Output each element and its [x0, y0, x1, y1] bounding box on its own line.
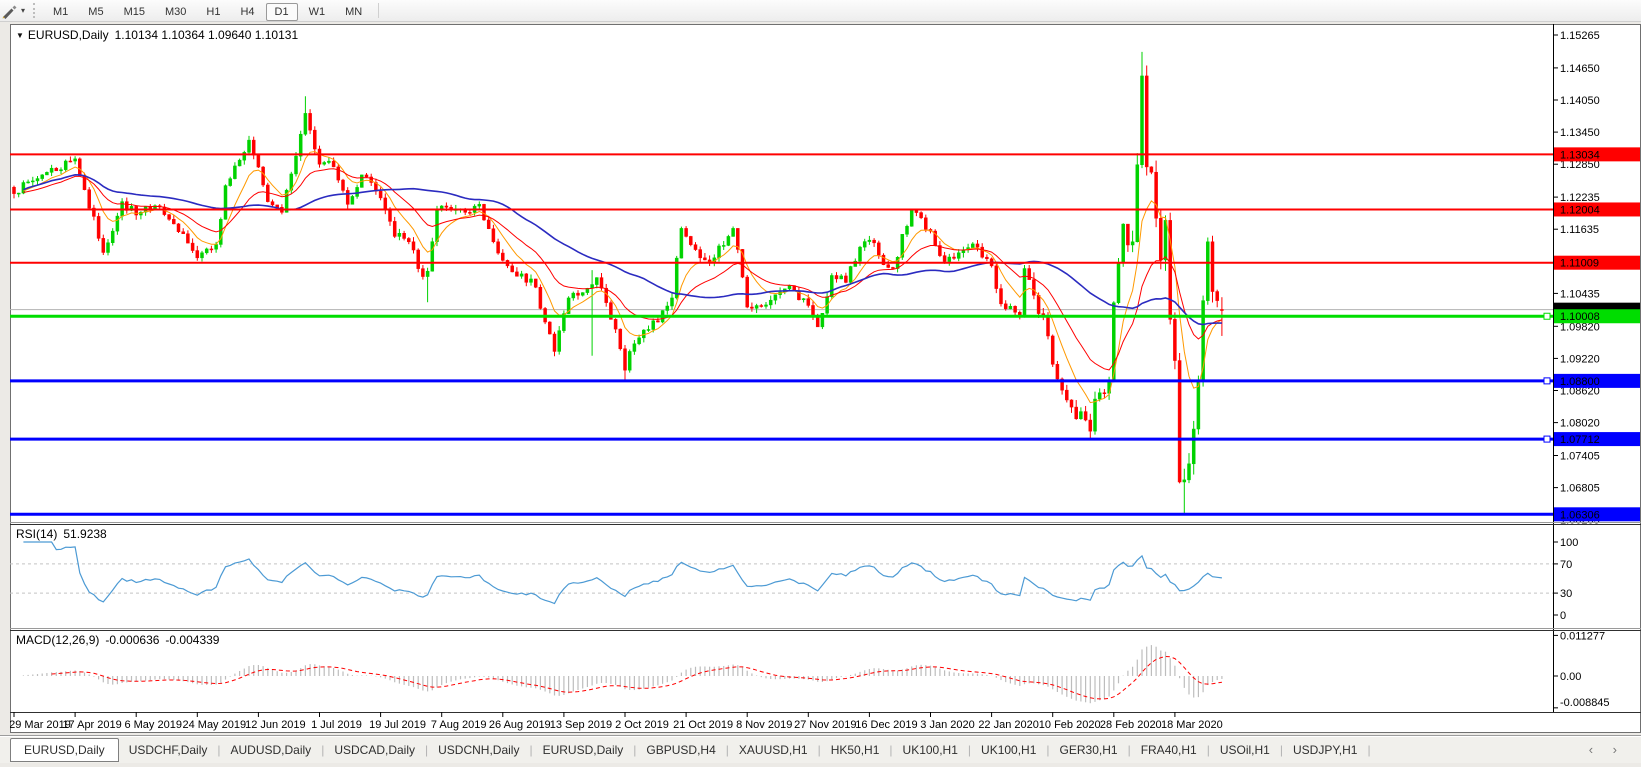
timeframe-button-mn[interactable]: MN [336, 3, 371, 21]
svg-text:2 Oct 2019: 2 Oct 2019 [615, 719, 669, 731]
svg-text:18 Mar 2020: 18 Mar 2020 [1161, 719, 1223, 731]
chart-tab-usdcnh-daily[interactable]: USDCNH,Daily [428, 739, 529, 761]
hline-handle[interactable] [1543, 312, 1551, 320]
svg-text:3 Jan 2020: 3 Jan 2020 [920, 719, 974, 731]
chart-tab-eurusd-daily[interactable]: EURUSD,Daily [533, 739, 634, 761]
svg-text:30: 30 [1560, 588, 1572, 600]
chart-tab-audusd-daily[interactable]: AUDUSD,Daily [221, 739, 322, 761]
timeframe-buttons: M1 M5 M15 M30 H1 H4 D1 W1 MN [43, 2, 372, 21]
timeframe-button-m1[interactable]: M1 [44, 3, 77, 21]
timeframe-button-m5[interactable]: M5 [79, 3, 112, 21]
toolbar-grip[interactable] [33, 3, 36, 18]
timeframe-button-m15[interactable]: M15 [115, 3, 154, 21]
chart-tab-ger30-h1[interactable]: GER30,H1 [1050, 739, 1128, 761]
chart-tab-uk100-h1[interactable]: UK100,H1 [893, 739, 968, 761]
svg-text:1.12004: 1.12004 [1560, 204, 1600, 216]
timeframe-button-d1[interactable]: D1 [265, 2, 298, 21]
price-chart-canvas[interactable]: 1.152651.146501.140501.134501.128501.122… [10, 24, 1641, 733]
svg-text:1.10435: 1.10435 [1560, 288, 1600, 300]
tool-dropdown-caret[interactable]: ▾ [21, 6, 25, 15]
timeframe-button-w1[interactable]: W1 [300, 3, 335, 21]
chart-tabs: EURUSD,Daily USDCHF,Daily | AUDUSD,Daily | US… [10, 737, 1371, 762]
svg-text:0: 0 [1560, 610, 1566, 622]
svg-text:1.06306: 1.06306 [1560, 509, 1600, 521]
svg-text:8 Nov 2019: 8 Nov 2019 [736, 719, 792, 731]
hline-handle[interactable] [1543, 377, 1551, 385]
chart-tab-fra40-h1[interactable]: FRA40,H1 [1131, 739, 1207, 761]
chart-tab-eurusd-daily[interactable]: EURUSD,Daily [10, 737, 119, 762]
svg-text:1.10008: 1.10008 [1560, 311, 1600, 323]
svg-text:-0.008845: -0.008845 [1560, 697, 1610, 709]
svg-text:10 Feb 2020: 10 Feb 2020 [1039, 719, 1101, 731]
chart-tabs-bar: EURUSD,Daily USDCHF,Daily | AUDUSD,Daily | US… [0, 735, 1641, 763]
svg-text:1.13450: 1.13450 [1560, 127, 1600, 139]
svg-text:1.07712: 1.07712 [1560, 434, 1600, 446]
svg-text:100: 100 [1560, 537, 1578, 549]
chart-window: 1.15265 1.14650 1.14050 1.13450 1.12850 1.122… [10, 24, 1641, 733]
timeframe-button-m30[interactable]: M30 [156, 3, 195, 21]
chart-tab-usoil-h1[interactable]: USOil,H1 [1210, 739, 1280, 761]
svg-text:1 Jul 2019: 1 Jul 2019 [311, 719, 362, 731]
svg-text:0.011277: 0.011277 [1560, 630, 1605, 642]
crosshair-pointer-tool-icon[interactable] [1, 3, 19, 19]
svg-text:6 May 2019: 6 May 2019 [124, 719, 181, 731]
tab-scroll-buttons[interactable]: ‹ › [1589, 742, 1625, 757]
svg-text:1.07405: 1.07405 [1560, 451, 1600, 463]
svg-text:13 Sep 2019: 13 Sep 2019 [550, 719, 612, 731]
svg-text:1.09220: 1.09220 [1560, 353, 1600, 365]
svg-text:0.00: 0.00 [1560, 671, 1581, 683]
svg-text:27 Nov 2019: 27 Nov 2019 [794, 719, 856, 731]
svg-text:22 Jan 2020: 22 Jan 2020 [978, 719, 1039, 731]
mt4-terminal: { "toolbar": { "tool_icon": "crosshair-p… [0, 0, 1641, 767]
svg-text:1.11009: 1.11009 [1560, 258, 1599, 270]
toolbar-separator [378, 3, 380, 18]
svg-text:21 Oct 2019: 21 Oct 2019 [673, 719, 733, 731]
chart-tab-usdjpy-h1[interactable]: USDJPY,H1 [1283, 739, 1367, 761]
tab-separator: | [1367, 742, 1371, 757]
chart-tab-hk50-h1[interactable]: HK50,H1 [821, 739, 890, 761]
svg-text:17 Apr 2019: 17 Apr 2019 [62, 719, 121, 731]
svg-text:1.08800: 1.08800 [1560, 376, 1600, 388]
svg-text:1.15265: 1.15265 [1560, 30, 1600, 42]
svg-text:24 May 2019: 24 May 2019 [182, 719, 246, 731]
svg-text:1.06805: 1.06805 [1560, 483, 1600, 495]
svg-text:1.14050: 1.14050 [1560, 95, 1600, 107]
chart-tab-uk100-h1[interactable]: UK100,H1 [971, 739, 1046, 761]
chart-tab-xauusd-h1[interactable]: XAUUSD,H1 [729, 739, 818, 761]
svg-text:1.11635: 1.11635 [1560, 224, 1599, 236]
svg-text:19 Jul 2019: 19 Jul 2019 [369, 719, 426, 731]
svg-text:26 Aug 2019: 26 Aug 2019 [489, 719, 551, 731]
chart-tab-usdchf-daily[interactable]: USDCHF,Daily [119, 739, 218, 761]
timeframe-toolbar: ▾ M1 M5 M15 M30 H1 H4 D1 W1 MN [0, 0, 1641, 22]
svg-text:28 Feb 2020: 28 Feb 2020 [1100, 719, 1162, 731]
svg-text:1.08020: 1.08020 [1560, 418, 1600, 430]
svg-text:1.13034: 1.13034 [1560, 149, 1600, 161]
timeframe-button-h4[interactable]: H4 [231, 3, 263, 21]
chart-tab-usdcad-daily[interactable]: USDCAD,Daily [324, 739, 425, 761]
svg-text:70: 70 [1560, 559, 1572, 571]
chart-tab-gbpusd-h4[interactable]: GBPUSD,H4 [636, 739, 725, 761]
svg-text:16 Dec 2019: 16 Dec 2019 [855, 719, 917, 731]
svg-text:1.14650: 1.14650 [1560, 63, 1600, 75]
svg-text:12 Jun 2019: 12 Jun 2019 [245, 719, 306, 731]
hline-handle[interactable] [1543, 435, 1551, 443]
timeframe-button-h1[interactable]: H1 [197, 3, 229, 21]
svg-text:7 Aug 2019: 7 Aug 2019 [431, 719, 487, 731]
svg-text:1.12235: 1.12235 [1560, 192, 1600, 204]
